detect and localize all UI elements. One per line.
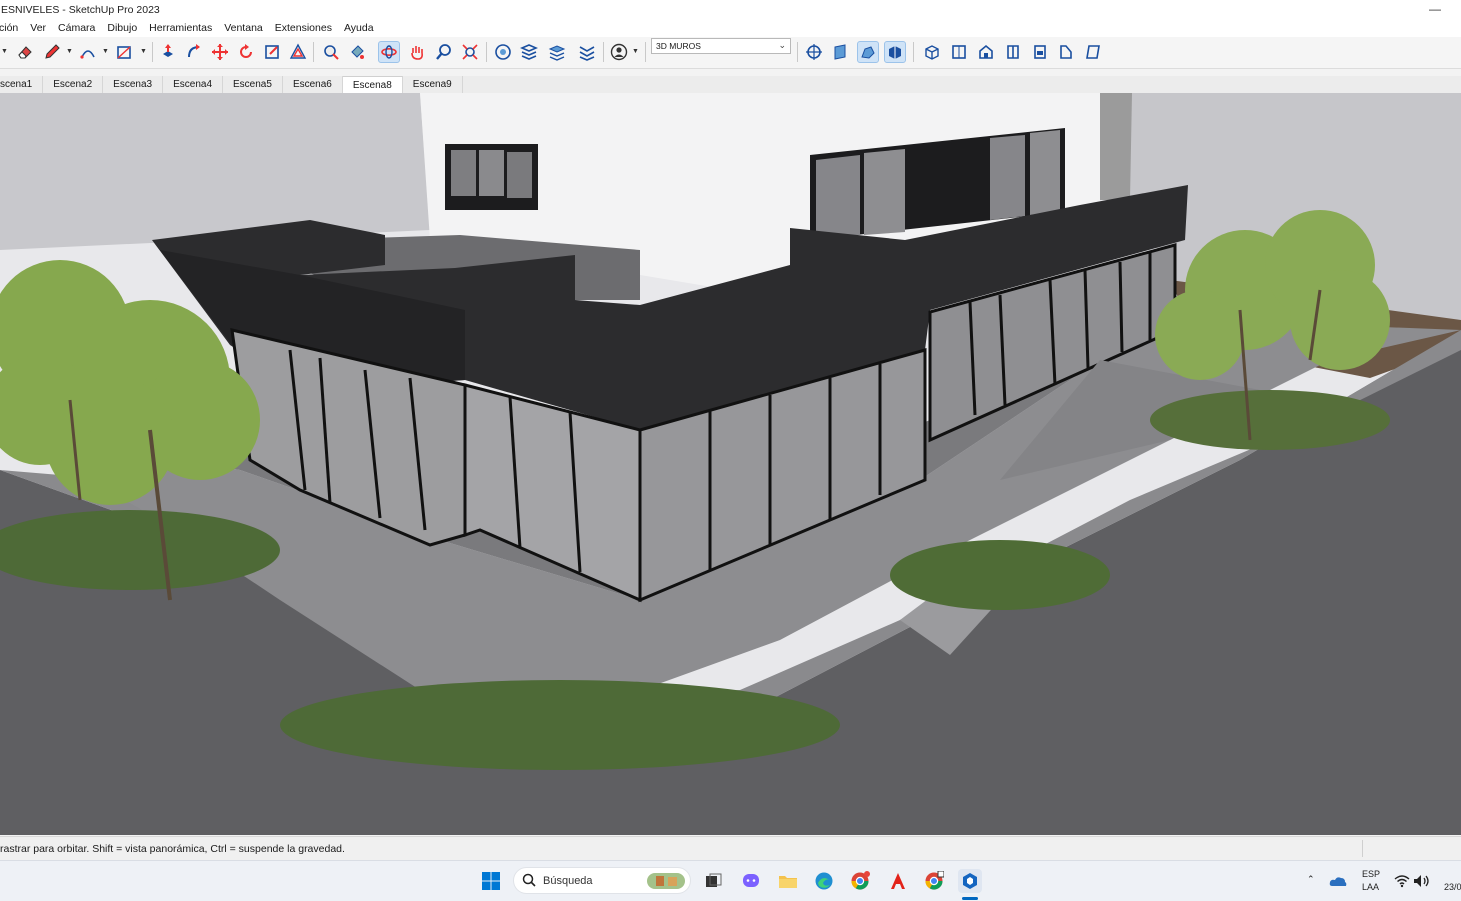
layers-icon[interactable] <box>518 41 540 63</box>
front-view-icon[interactable] <box>975 41 997 63</box>
search-icon <box>522 873 536 887</box>
look-around-icon[interactable] <box>884 41 906 63</box>
scene-tabs: scena1 Escena2 Escena3 Escena4 Escena5 E… <box>0 76 1461 94</box>
tape-measure-icon[interactable] <box>320 41 342 63</box>
show-hidden-icons-icon[interactable]: ⌃ <box>1307 874 1315 885</box>
stack-icon[interactable] <box>546 41 568 63</box>
model-viewport[interactable] <box>0 93 1461 835</box>
edge-browser-icon[interactable] <box>812 869 836 893</box>
wifi-icon[interactable] <box>1392 871 1412 891</box>
section-plane-icon[interactable] <box>803 41 825 63</box>
menu-edicion[interactable]: ción <box>0 22 18 34</box>
status-bar: rastrar para orbitar. Shift = vista pano… <box>0 836 1461 860</box>
measurements-box[interactable] <box>1362 840 1461 857</box>
left-view-icon[interactable] <box>1055 41 1077 63</box>
top-view-icon[interactable] <box>948 41 970 63</box>
menu-ver[interactable]: Ver <box>30 22 46 34</box>
layer-select[interactable]: 3D MUROS ⌄ <box>651 38 791 54</box>
layer-select-value: 3D MUROS <box>656 41 701 51</box>
paint-bucket-icon[interactable] <box>346 41 368 63</box>
chrome-browser-icon[interactable] <box>848 869 872 893</box>
right-view-icon[interactable] <box>1002 41 1024 63</box>
follow-me-icon[interactable] <box>183 41 205 63</box>
task-view-icon[interactable] <box>701 869 725 893</box>
menu-ventana[interactable]: Ventana <box>224 22 263 34</box>
tab-scene1[interactable]: scena1 <box>0 76 44 93</box>
dropdown-arrow-icon[interactable]: ▼ <box>632 48 639 55</box>
tab-scene5[interactable]: Escena5 <box>223 76 283 93</box>
rectangle-icon[interactable] <box>113 41 135 63</box>
pan-icon[interactable] <box>406 41 428 63</box>
rotate-icon[interactable] <box>235 41 257 63</box>
tab-scene2[interactable]: Escena2 <box>43 76 104 93</box>
menu-herramientas[interactable]: Herramientas <box>149 22 212 34</box>
walk-icon[interactable] <box>857 41 879 63</box>
arc-icon[interactable] <box>77 41 99 63</box>
menu-extensiones[interactable]: Extensiones <box>275 22 332 34</box>
keyboard-layout[interactable]: LAA <box>1362 882 1379 892</box>
zoom-extents-icon[interactable] <box>459 41 481 63</box>
volume-icon[interactable] <box>1412 871 1432 891</box>
onedrive-icon[interactable] <box>1327 871 1349 891</box>
building-render <box>0 93 1461 835</box>
search-highlight-icon <box>647 873 685 889</box>
windows-start-icon[interactable] <box>479 869 503 893</box>
menu-dibujo[interactable]: Dibujo <box>107 22 137 34</box>
eraser-icon[interactable] <box>14 41 36 63</box>
match-photo-icon[interactable] <box>576 41 598 63</box>
window-title: ESNIVELES - SketchUp Pro 2023 <box>1 3 160 16</box>
menu-bar: ción Ver Cámara Dibujo Herramientas Vent… <box>0 19 1461 37</box>
tab-scene3[interactable]: Escena3 <box>103 76 164 93</box>
tab-scene9[interactable]: Escena9 <box>402 76 463 93</box>
menu-camara[interactable]: Cámara <box>58 22 95 34</box>
language-code[interactable]: ESP <box>1362 869 1380 879</box>
tab-scene4[interactable]: Escena4 <box>163 76 224 93</box>
dropdown-arrow-icon[interactable]: ▼ <box>140 48 147 55</box>
zoom-icon[interactable] <box>433 41 455 63</box>
clock-date[interactable]: 23/0 <box>1444 882 1461 892</box>
dropdown-arrow-icon[interactable]: ▼ <box>66 48 73 55</box>
bottom-view-icon[interactable] <box>1082 41 1104 63</box>
taskbar: Búsqueda ⌃ ESP LAA 23/0 <box>0 860 1461 901</box>
scale-icon[interactable] <box>261 41 283 63</box>
chevron-down-icon[interactable]: ⌄ <box>778 40 786 51</box>
back-view-icon[interactable] <box>1029 41 1051 63</box>
iso-view-icon[interactable] <box>921 41 943 63</box>
dropdown-arrow-icon[interactable]: ▼ <box>102 48 109 55</box>
push-pull-icon[interactable] <box>157 41 179 63</box>
dropdown-arrow-icon[interactable]: ▼ <box>1 48 8 55</box>
taskbar-search-input[interactable]: Búsqueda <box>513 867 691 894</box>
user-icon[interactable] <box>608 41 630 63</box>
acrobat-icon[interactable] <box>886 869 910 893</box>
move-icon[interactable] <box>209 41 231 63</box>
teams-chat-icon[interactable] <box>739 869 763 893</box>
title-bar: ESNIVELES - SketchUp Pro 2023 — <box>0 0 1461 19</box>
file-explorer-icon[interactable] <box>776 869 800 893</box>
orbit-icon[interactable] <box>378 41 400 63</box>
minimize-icon[interactable]: — <box>1429 2 1441 16</box>
section-fill-icon[interactable] <box>829 41 851 63</box>
tab-scene8[interactable]: Escena8 <box>342 76 403 94</box>
search-placeholder: Búsqueda <box>543 875 593 887</box>
pencil-icon[interactable] <box>41 41 63 63</box>
status-hint: rastrar para orbitar. Shift = vista pano… <box>0 843 345 855</box>
tab-scene6[interactable]: Escena6 <box>282 76 343 93</box>
sketchup-app-icon[interactable] <box>958 869 982 893</box>
sandbox-icon[interactable] <box>492 41 514 63</box>
offset-icon[interactable] <box>287 41 309 63</box>
menu-ayuda[interactable]: Ayuda <box>344 22 374 34</box>
chrome-profile-icon[interactable] <box>922 869 946 893</box>
